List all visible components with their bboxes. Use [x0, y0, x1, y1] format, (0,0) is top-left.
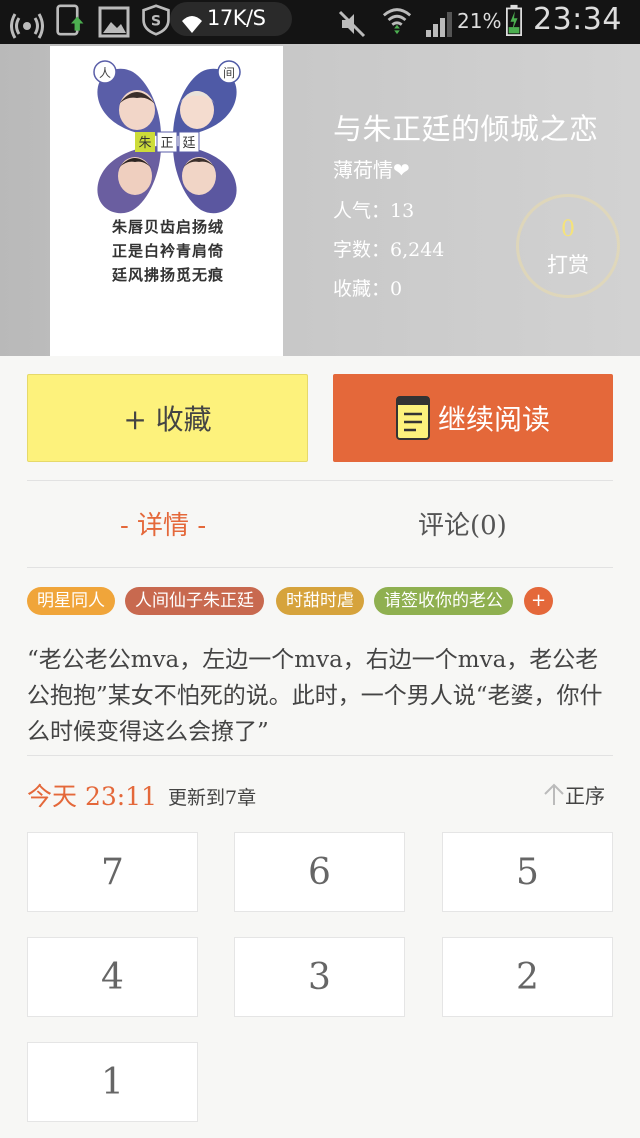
cover-corner-char: 人	[99, 66, 111, 80]
continue-reading-button[interactable]: 继续阅读	[333, 374, 613, 462]
svg-text:S: S	[151, 13, 161, 29]
cover-artwork: 人 间 朱 正 廷 朱唇贝齿启扬绒 正是白衿青肩倚 廷风拂扬觅无痕	[93, 60, 241, 284]
battery-icon	[506, 4, 522, 36]
collect-button-label: + 收藏	[123, 403, 212, 436]
wifi-hotspot-icon	[10, 13, 44, 39]
battery-percent: 21%	[457, 9, 502, 33]
chapter-button[interactable]: 6	[234, 832, 405, 912]
favorites-stat: 收藏：0	[333, 278, 403, 300]
sort-label: 正序	[565, 784, 605, 808]
image-notification-icon	[98, 6, 130, 38]
tag-chip[interactable]: 明星同人	[27, 587, 115, 615]
popularity-stat: 人气：13	[333, 200, 415, 222]
book-summary: “老公老公mva，左边一个mva，右边一个mva，老公老公抱抱”某女不怕死的说。…	[27, 647, 603, 745]
sort-toggle[interactable]: 正序	[543, 780, 605, 809]
chapter-button[interactable]: 4	[27, 937, 198, 1017]
cover-badge-char: 正	[160, 136, 173, 151]
cover-badge-char: 廷	[182, 136, 195, 151]
chapter-button[interactable]: 1	[27, 1042, 198, 1122]
divider	[27, 755, 613, 756]
clock: 23:34	[533, 2, 622, 37]
chapter-number: 6	[308, 851, 331, 893]
cover-poem-line: 廷风拂扬觅无痕	[111, 266, 224, 284]
status-bar: S 17K/S 21% 23:34	[0, 0, 640, 44]
book-title: 与朱正廷的倾城之恋	[333, 112, 599, 146]
tag-label: 请签收你的老公	[384, 591, 503, 611]
collect-button[interactable]: + 收藏	[27, 374, 308, 462]
cover-poem-line: 正是白衿青肩倚	[112, 242, 224, 260]
chapter-number: 1	[101, 1061, 124, 1103]
cell-signal-icon	[426, 12, 452, 37]
wifi-icon	[182, 16, 202, 33]
continue-reading-label: 继续阅读	[437, 403, 550, 436]
tab-details[interactable]: - 详情 -	[120, 505, 206, 542]
add-tag-button[interactable]: +	[524, 587, 553, 615]
book-author[interactable]: 薄荷情❤	[333, 154, 410, 183]
update-text: 更新到7章	[168, 787, 257, 809]
update-time: 今天 23:11	[27, 782, 157, 811]
tag-chip[interactable]: 时甜时虐	[276, 587, 364, 615]
tag-label: 人间仙子朱正廷	[135, 591, 254, 611]
chapter-button[interactable]: 2	[442, 937, 613, 1017]
chapter-number: 7	[101, 851, 124, 893]
divider	[27, 567, 613, 568]
cover-corner-char: 间	[223, 66, 235, 80]
chapter-number: 5	[516, 851, 539, 893]
chapter-number: 4	[101, 956, 124, 998]
upload-notification-icon	[56, 4, 84, 36]
chapter-number: 3	[308, 956, 331, 998]
book-icon	[395, 396, 430, 440]
mute-icon	[338, 10, 366, 38]
tag-chip[interactable]: 请签收你的老公	[374, 587, 513, 615]
arrow-up-icon	[544, 783, 564, 805]
network-speed: 17K/S	[207, 6, 266, 30]
cover-poem-line: 朱唇贝齿启扬绒	[112, 218, 224, 236]
reward-button[interactable]: 0 打赏	[516, 194, 620, 298]
reward-label: 打赏	[547, 253, 589, 277]
chapter-button[interactable]: 7	[27, 832, 198, 912]
cover-badge-char: 朱	[138, 136, 151, 151]
tag-label: 明星同人	[37, 591, 105, 611]
book-header: 人 间 朱 正 廷 朱唇贝齿启扬绒 正是白衿青肩倚 廷风拂扬觅无痕 与朱正廷的倾…	[0, 44, 640, 356]
divider	[27, 480, 613, 481]
tag-chip[interactable]: 人间仙子朱正廷	[125, 587, 264, 615]
wifi-signal-icon	[382, 8, 412, 35]
tab-comments[interactable]: 评论(0)	[418, 505, 507, 542]
chapter-button[interactable]: 5	[442, 832, 613, 912]
chapter-button[interactable]: 3	[234, 937, 405, 1017]
tag-label: 时甜时虐	[286, 591, 354, 611]
chapter-number: 2	[516, 956, 539, 998]
book-cover[interactable]: 人 间 朱 正 廷 朱唇贝齿启扬绒 正是白衿青肩倚 廷风拂扬觅无痕	[50, 46, 283, 356]
reward-count: 0	[561, 217, 575, 242]
word-count-stat: 字数：6,244	[333, 239, 445, 261]
shield-app-icon: S	[142, 4, 170, 36]
